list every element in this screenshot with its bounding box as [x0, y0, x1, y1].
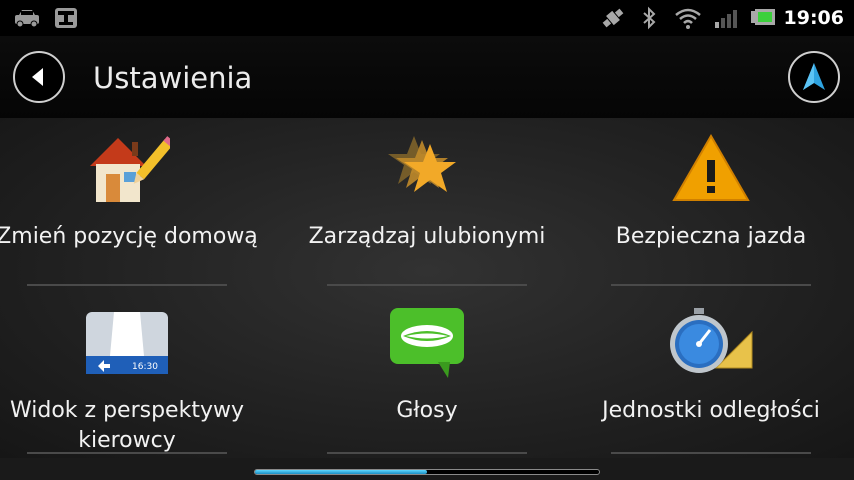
- settings-item-label: Bezpieczna jazda: [615, 224, 807, 249]
- driver-view-icon: 16:30: [86, 312, 168, 374]
- divider: [27, 284, 227, 286]
- bluetooth-icon: [643, 6, 656, 30]
- warning-triangle-icon: [672, 134, 750, 201]
- settings-item-label: Widok z perspektywy kierowcy: [10, 398, 244, 453]
- gps-satellite-icon: [602, 8, 624, 28]
- back-arrow-icon: [32, 68, 43, 86]
- wifi-icon: [675, 8, 701, 29]
- favorites-star-icon: [388, 136, 456, 192]
- divider: [611, 284, 811, 286]
- home-pencil-icon: [90, 136, 170, 202]
- settings-item-distance-units[interactable]: Jednostki odległości: [584, 292, 838, 456]
- page-title: Ustawienia: [93, 61, 253, 95]
- settings-item-driver-view[interactable]: 16:30 Widok z perspektywy kierowcy: [0, 292, 254, 456]
- scrollbar-thumb[interactable]: [255, 470, 427, 474]
- navigation-arrow-icon: [803, 63, 825, 90]
- map-pin-icon: [55, 8, 77, 28]
- status-bar: 19:06: [0, 0, 854, 36]
- battery-icon: [751, 9, 775, 25]
- settings-item-label: Jednostki odległości: [602, 398, 820, 423]
- title-bar: Ustawienia: [0, 36, 854, 119]
- settings-item-safe-driving[interactable]: Bezpieczna jazda: [584, 118, 838, 288]
- settings-item-label: Zarządzaj ulubionymi: [308, 224, 546, 249]
- divider: [327, 284, 527, 286]
- settings-item-label: Zmień pozycję domową: [0, 224, 258, 249]
- voices-lips-icon: [390, 308, 464, 378]
- divider: [27, 452, 227, 454]
- signal-icon: [715, 10, 737, 28]
- stopwatch-ruler-icon: [670, 308, 753, 373]
- navigation-button[interactable]: [788, 51, 840, 103]
- divider: [611, 452, 811, 454]
- settings-item-label: Głosy: [396, 398, 458, 423]
- page-scrollbar[interactable]: [254, 469, 600, 475]
- settings-item-favorites[interactable]: Zarządzaj ulubionymi: [300, 118, 554, 288]
- back-button[interactable]: [13, 51, 65, 103]
- settings-item-voices[interactable]: Głosy: [300, 292, 554, 456]
- driver-view-time: 16:30: [132, 362, 158, 372]
- settings-item-home[interactable]: Zmień pozycję domową: [0, 118, 258, 288]
- car-icon: [15, 10, 39, 28]
- settings-grid: Zmień pozycję domową Zarządzaj ulubionym…: [0, 118, 854, 458]
- status-clock: 19:06: [783, 7, 844, 29]
- divider: [327, 452, 527, 454]
